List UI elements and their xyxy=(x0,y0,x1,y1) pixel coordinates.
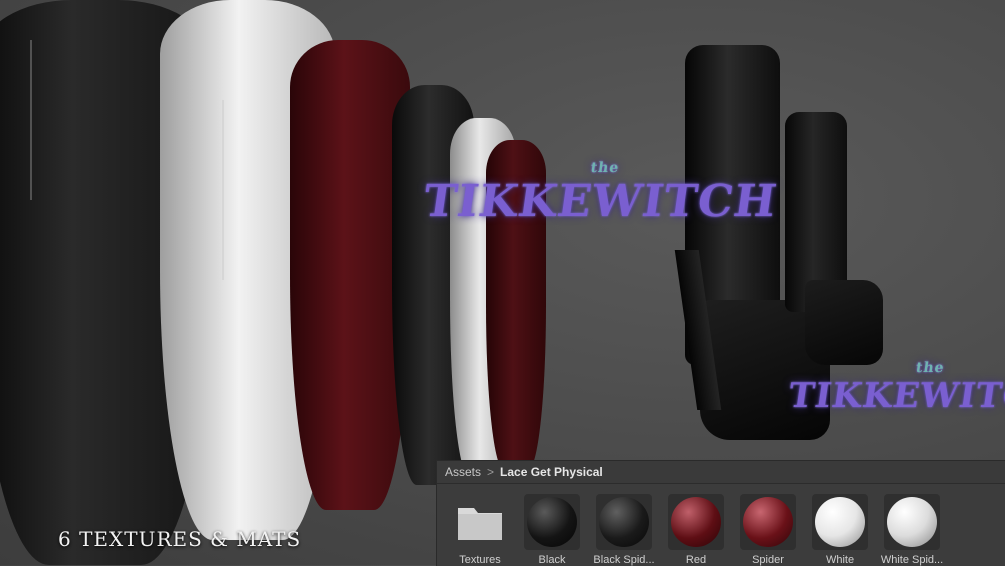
asset-label: Spider xyxy=(752,554,784,566)
material-sphere-icon xyxy=(815,497,865,547)
asset-item-spider[interactable]: Spider xyxy=(739,494,797,566)
material-sphere-icon xyxy=(671,497,721,547)
material-thumbnail xyxy=(812,494,868,550)
material-sphere-icon xyxy=(599,497,649,547)
watermark-logo-right: the TIKKEWITCH xyxy=(786,360,1005,416)
watermark-logo-center: the TIKKEWITCH xyxy=(420,160,781,227)
asset-label: Red xyxy=(685,554,707,566)
breadcrumb-current[interactable]: Lace Get Physical xyxy=(500,465,603,479)
folder-icon xyxy=(452,494,508,550)
material-sphere-icon xyxy=(887,497,937,547)
asset-item-black-spider[interactable]: Black Spid... xyxy=(593,494,655,566)
lace-detail xyxy=(222,100,224,280)
asset-label: White Spid... xyxy=(880,554,944,566)
breadcrumb-root[interactable]: Assets xyxy=(445,465,481,479)
asset-item-black[interactable]: Black xyxy=(523,494,581,566)
material-sphere-icon xyxy=(743,497,793,547)
material-thumbnail xyxy=(524,494,580,550)
material-thumbnail xyxy=(596,494,652,550)
material-sphere-icon xyxy=(527,497,577,547)
asset-label: Textures xyxy=(459,554,501,566)
asset-grid: Textures Black Black Spid... Red Spider xyxy=(437,484,1005,566)
asset-label: Black Spid... xyxy=(593,554,655,566)
asset-label: Black xyxy=(538,554,566,566)
asset-item-white-spider[interactable]: White Spid... xyxy=(881,494,943,566)
material-thumbnail xyxy=(668,494,724,550)
boot-pair-right-back-platform xyxy=(805,280,883,365)
asset-label: White xyxy=(825,554,855,566)
project-assets-panel: Assets > Lace Get Physical Textures Blac… xyxy=(436,460,1005,566)
breadcrumb-separator: > xyxy=(487,465,495,479)
material-thumbnail xyxy=(740,494,796,550)
breadcrumb: Assets > Lace Get Physical xyxy=(437,461,1005,484)
caption-text: 6 TEXTURES & MATS xyxy=(58,527,302,551)
asset-item-textures[interactable]: Textures xyxy=(451,494,509,566)
asset-item-white[interactable]: White xyxy=(811,494,869,566)
asset-item-red[interactable]: Red xyxy=(667,494,725,566)
material-thumbnail xyxy=(884,494,940,550)
lace-detail xyxy=(30,40,32,200)
